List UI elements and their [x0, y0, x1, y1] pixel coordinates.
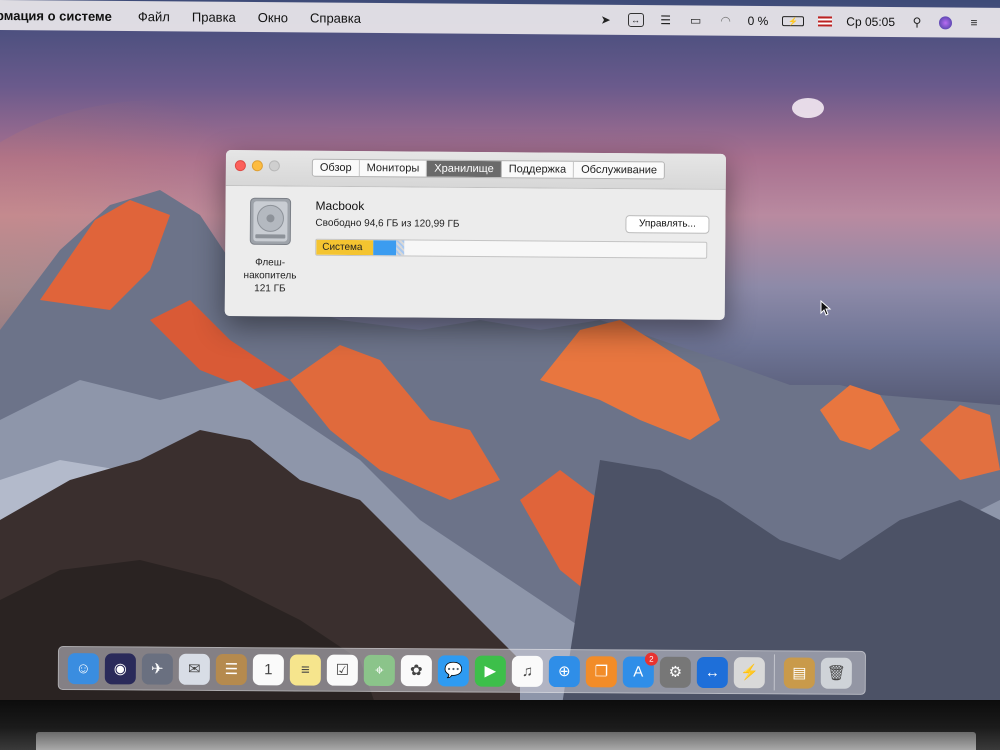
- menu-help[interactable]: Справка: [310, 10, 361, 25]
- search-icon[interactable]: ⚲: [909, 15, 925, 29]
- list-icon[interactable]: ≡: [966, 16, 982, 30]
- minimize-button[interactable]: [251, 160, 263, 172]
- siri-icon[interactable]: [939, 15, 952, 29]
- siri-icon[interactable]: ◉: [104, 652, 136, 684]
- contacts-icon[interactable]: ☰: [215, 653, 247, 685]
- keyboard-flag-icon[interactable]: [818, 16, 833, 27]
- flash-drive-icon: [249, 197, 292, 245]
- menu-edit[interactable]: Правка: [192, 9, 236, 24]
- ibooks-icon[interactable]: ❐: [585, 655, 617, 687]
- mail-icon[interactable]: ✉: [178, 653, 210, 685]
- calendar-icon[interactable]: 1: [252, 653, 284, 685]
- dock-separator: [773, 654, 775, 691]
- system-information-icon[interactable]: ⚡: [733, 656, 765, 688]
- notes-icon[interactable]: ≡: [289, 653, 321, 686]
- status-area: ➤ ↔ ☰ ▭ ◠ 0 % ⚡ Ср 05:05 ⚲ ≡: [598, 5, 982, 38]
- usage-segment-2: [396, 240, 405, 256]
- photos-icon[interactable]: ✿: [400, 654, 432, 686]
- storage-usage-bar: Система: [315, 238, 708, 259]
- network-drive-icon[interactable]: ☰: [658, 13, 674, 27]
- menu-clock[interactable]: Ср 05:05: [846, 15, 895, 29]
- wifi-icon[interactable]: ◠: [718, 14, 734, 28]
- app-menu-title[interactable]: рмация о системе: [0, 7, 112, 23]
- close-button[interactable]: [234, 160, 246, 172]
- window-titlebar[interactable]: Обзор Мониторы Хранилище Поддержка Обслу…: [225, 150, 726, 190]
- disk-caption: Флеш- накопитель 121 ГБ: [235, 256, 305, 296]
- teamviewer-icon[interactable]: ↔: [627, 12, 644, 28]
- wallpaper-mountains: [0, 98, 1000, 718]
- battery-percent[interactable]: 0 %: [748, 14, 769, 28]
- notification-badge: 2: [644, 652, 658, 666]
- tab-overview[interactable]: Обзор: [312, 159, 360, 177]
- tab-service[interactable]: Обслуживание: [574, 162, 664, 179]
- disk-caption-line3: 121 ГБ: [254, 283, 286, 295]
- zoom-button[interactable]: [268, 160, 280, 172]
- tab-bar: Обзор Мониторы Хранилище Поддержка Обслу…: [311, 158, 666, 180]
- facetime-icon[interactable]: ▶: [474, 655, 506, 687]
- app-store-icon[interactable]: A2: [622, 652, 658, 688]
- itunes-icon[interactable]: ♫: [511, 655, 543, 687]
- about-this-mac-window: Обзор Мониторы Хранилище Поддержка Обслу…: [224, 150, 726, 320]
- messages-icon[interactable]: 💬: [437, 654, 469, 687]
- disk-caption-line1: Флеш-: [255, 257, 286, 269]
- menu-window[interactable]: Окно: [258, 10, 288, 25]
- storage-panel: Флеш- накопитель 121 ГБ Macbook Свободно…: [224, 185, 726, 320]
- finder-icon[interactable]: ☺: [67, 652, 99, 684]
- disk-caption-line2: накопитель: [243, 270, 297, 282]
- launchpad-icon[interactable]: ✈: [141, 653, 173, 685]
- teamviewer-icon[interactable]: ↔: [696, 656, 728, 688]
- tab-storage[interactable]: Хранилище: [427, 160, 502, 178]
- laptop-hinge: [36, 732, 976, 750]
- desktop: рмация о системе Файл Правка Окно Справк…: [0, 0, 1000, 718]
- manage-button[interactable]: Управлять...: [625, 215, 710, 234]
- airplay-icon[interactable]: ▭: [688, 13, 704, 27]
- tab-displays[interactable]: Мониторы: [359, 160, 428, 177]
- battery-icon[interactable]: ⚡: [782, 16, 805, 27]
- downloads-stack-icon[interactable]: ▤: [783, 656, 815, 689]
- tab-support[interactable]: Поддержка: [501, 161, 575, 178]
- volume-free-space: Свободно 94,6 ГБ из 120,99 ГБ: [315, 217, 460, 230]
- system-preferences-icon[interactable]: ⚙: [659, 656, 691, 688]
- volume-name: Macbook: [315, 198, 365, 214]
- trash-icon[interactable]: 🗑: [820, 657, 852, 689]
- safari-icon[interactable]: ⊕: [548, 655, 580, 687]
- mouse-cursor-icon: [820, 300, 832, 316]
- dock: ☺ ◉ ✈ ✉ ☰ 1 ≡ ☑ ⌖ ✿ 💬 ▶ ♫ ⊕ ❐ A 2 ⚙ ↔ ⚡ ▤ 🗑: [57, 646, 866, 695]
- usage-segment-system: Система: [316, 239, 373, 256]
- usage-segment-1: [372, 240, 397, 256]
- traffic-lights: [234, 160, 280, 172]
- location-arrow-icon[interactable]: ➤: [598, 13, 614, 27]
- reminders-icon[interactable]: ☑: [326, 654, 358, 686]
- menu-file[interactable]: Файл: [138, 9, 170, 24]
- maps-icon[interactable]: ⌖: [363, 654, 395, 686]
